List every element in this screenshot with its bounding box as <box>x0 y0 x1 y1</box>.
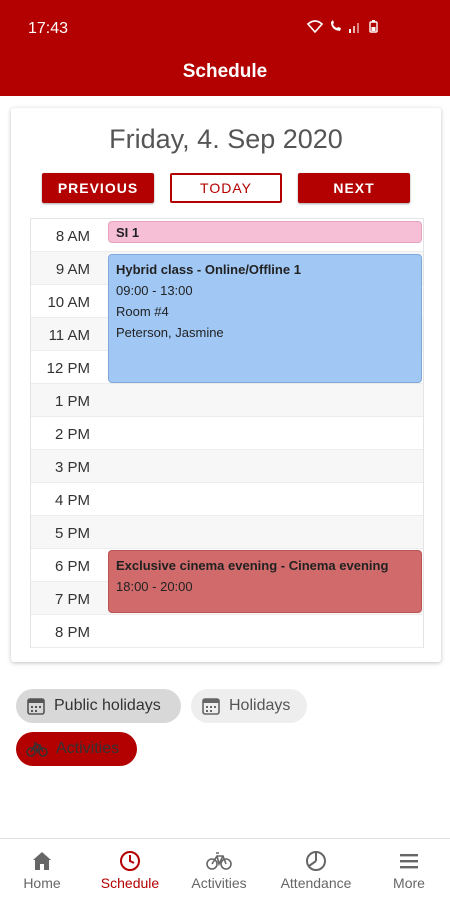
hour-label: 6 PM <box>54 558 90 575</box>
calendar-icon <box>201 696 221 716</box>
event-time: 09:00 - 13:00 <box>116 283 193 298</box>
signal-icon <box>349 20 363 38</box>
nav-attendance[interactable]: Attendance <box>270 839 362 900</box>
day-grid[interactable]: 8 AM 9 AM 10 AM 11 AM 12 PM 1 PM 2 PM 3 … <box>30 218 424 648</box>
hour-row: 4 PM <box>31 483 423 516</box>
chip-label: Activities <box>56 740 120 757</box>
hour-label: 10 AM <box>47 294 90 311</box>
filter-chip-activities[interactable]: Activities <box>16 732 137 766</box>
menu-icon <box>374 849 444 873</box>
hour-label: 8 PM <box>54 624 90 641</box>
hour-row: 8 PM <box>31 615 423 648</box>
calendar-icon <box>26 696 46 716</box>
call-icon <box>329 20 343 38</box>
hour-label: 9 AM <box>55 261 90 278</box>
event-cinema-evening[interactable]: Exclusive cinema evening - Cinema evenin… <box>108 550 422 613</box>
hour-label: 5 PM <box>54 525 90 542</box>
hour-label: 4 PM <box>54 492 90 509</box>
nav-home[interactable]: Home <box>6 839 78 900</box>
event-title: Exclusive cinema evening - Cinema evenin… <box>116 558 389 573</box>
wifi-icon <box>306 20 324 38</box>
hour-label: 2 PM <box>54 426 90 443</box>
next-button[interactable]: NEXT <box>298 173 410 203</box>
event-hybrid-class[interactable]: Hybrid class - Online/Offline 1 09:00 - … <box>108 254 422 383</box>
app-bar: Schedule <box>0 50 450 96</box>
clock-icon <box>90 849 170 873</box>
hour-label: 1 PM <box>54 393 90 410</box>
battery-icon <box>369 20 378 38</box>
bottom-navigation: Home Schedule Activities Attendance More <box>0 838 450 900</box>
chip-label: Public holidays <box>54 697 161 714</box>
nav-label: Attendance <box>280 875 352 891</box>
chip-label: Holidays <box>229 697 291 714</box>
hour-row: 5 PM <box>31 516 423 549</box>
event-time: 18:00 - 20:00 <box>116 579 193 594</box>
event-teacher: Peterson, Jasmine <box>116 325 224 340</box>
nav-label: More <box>393 875 425 891</box>
filter-chip-public-holidays[interactable]: Public holidays <box>16 689 181 723</box>
hour-row: 1 PM <box>31 384 423 417</box>
bicycle-icon <box>180 849 258 873</box>
nav-schedule[interactable]: Schedule <box>90 839 170 900</box>
event-title: SI 1 <box>116 225 140 240</box>
hour-row: 3 PM <box>31 450 423 483</box>
date-title: Friday, 4. Sep 2020 <box>109 124 343 154</box>
nav-label: Activities <box>191 875 247 891</box>
status-icons <box>306 20 378 38</box>
pie-chart-icon <box>270 849 362 873</box>
event-si-1[interactable]: SI 1 <box>108 221 422 243</box>
bicycle-icon <box>26 740 48 758</box>
nav-label: Schedule <box>100 875 160 891</box>
nav-activities[interactable]: Activities <box>180 839 258 900</box>
home-icon <box>6 849 78 873</box>
hour-label: 8 AM <box>55 228 90 245</box>
hour-label: 12 PM <box>46 360 90 377</box>
status-time: 17:43 <box>28 20 69 37</box>
status-bar: 17:43 <box>0 0 450 50</box>
hour-label: 3 PM <box>54 459 90 476</box>
schedule-card: Friday, 4. Sep 2020 PREVIOUS TODAY NEXT … <box>11 108 441 662</box>
event-room: Room #4 <box>116 304 169 319</box>
today-button[interactable]: TODAY <box>170 173 282 203</box>
nav-label: Home <box>23 875 61 891</box>
filter-chip-holidays[interactable]: Holidays <box>191 689 307 723</box>
hour-row: 2 PM <box>31 417 423 450</box>
hour-label: 7 PM <box>54 591 90 608</box>
previous-button[interactable]: PREVIOUS <box>42 173 154 203</box>
event-title: Hybrid class - Online/Offline 1 <box>116 262 301 277</box>
nav-more[interactable]: More <box>374 839 444 900</box>
page-title: Schedule <box>182 61 268 82</box>
hour-label: 11 AM <box>48 327 90 344</box>
